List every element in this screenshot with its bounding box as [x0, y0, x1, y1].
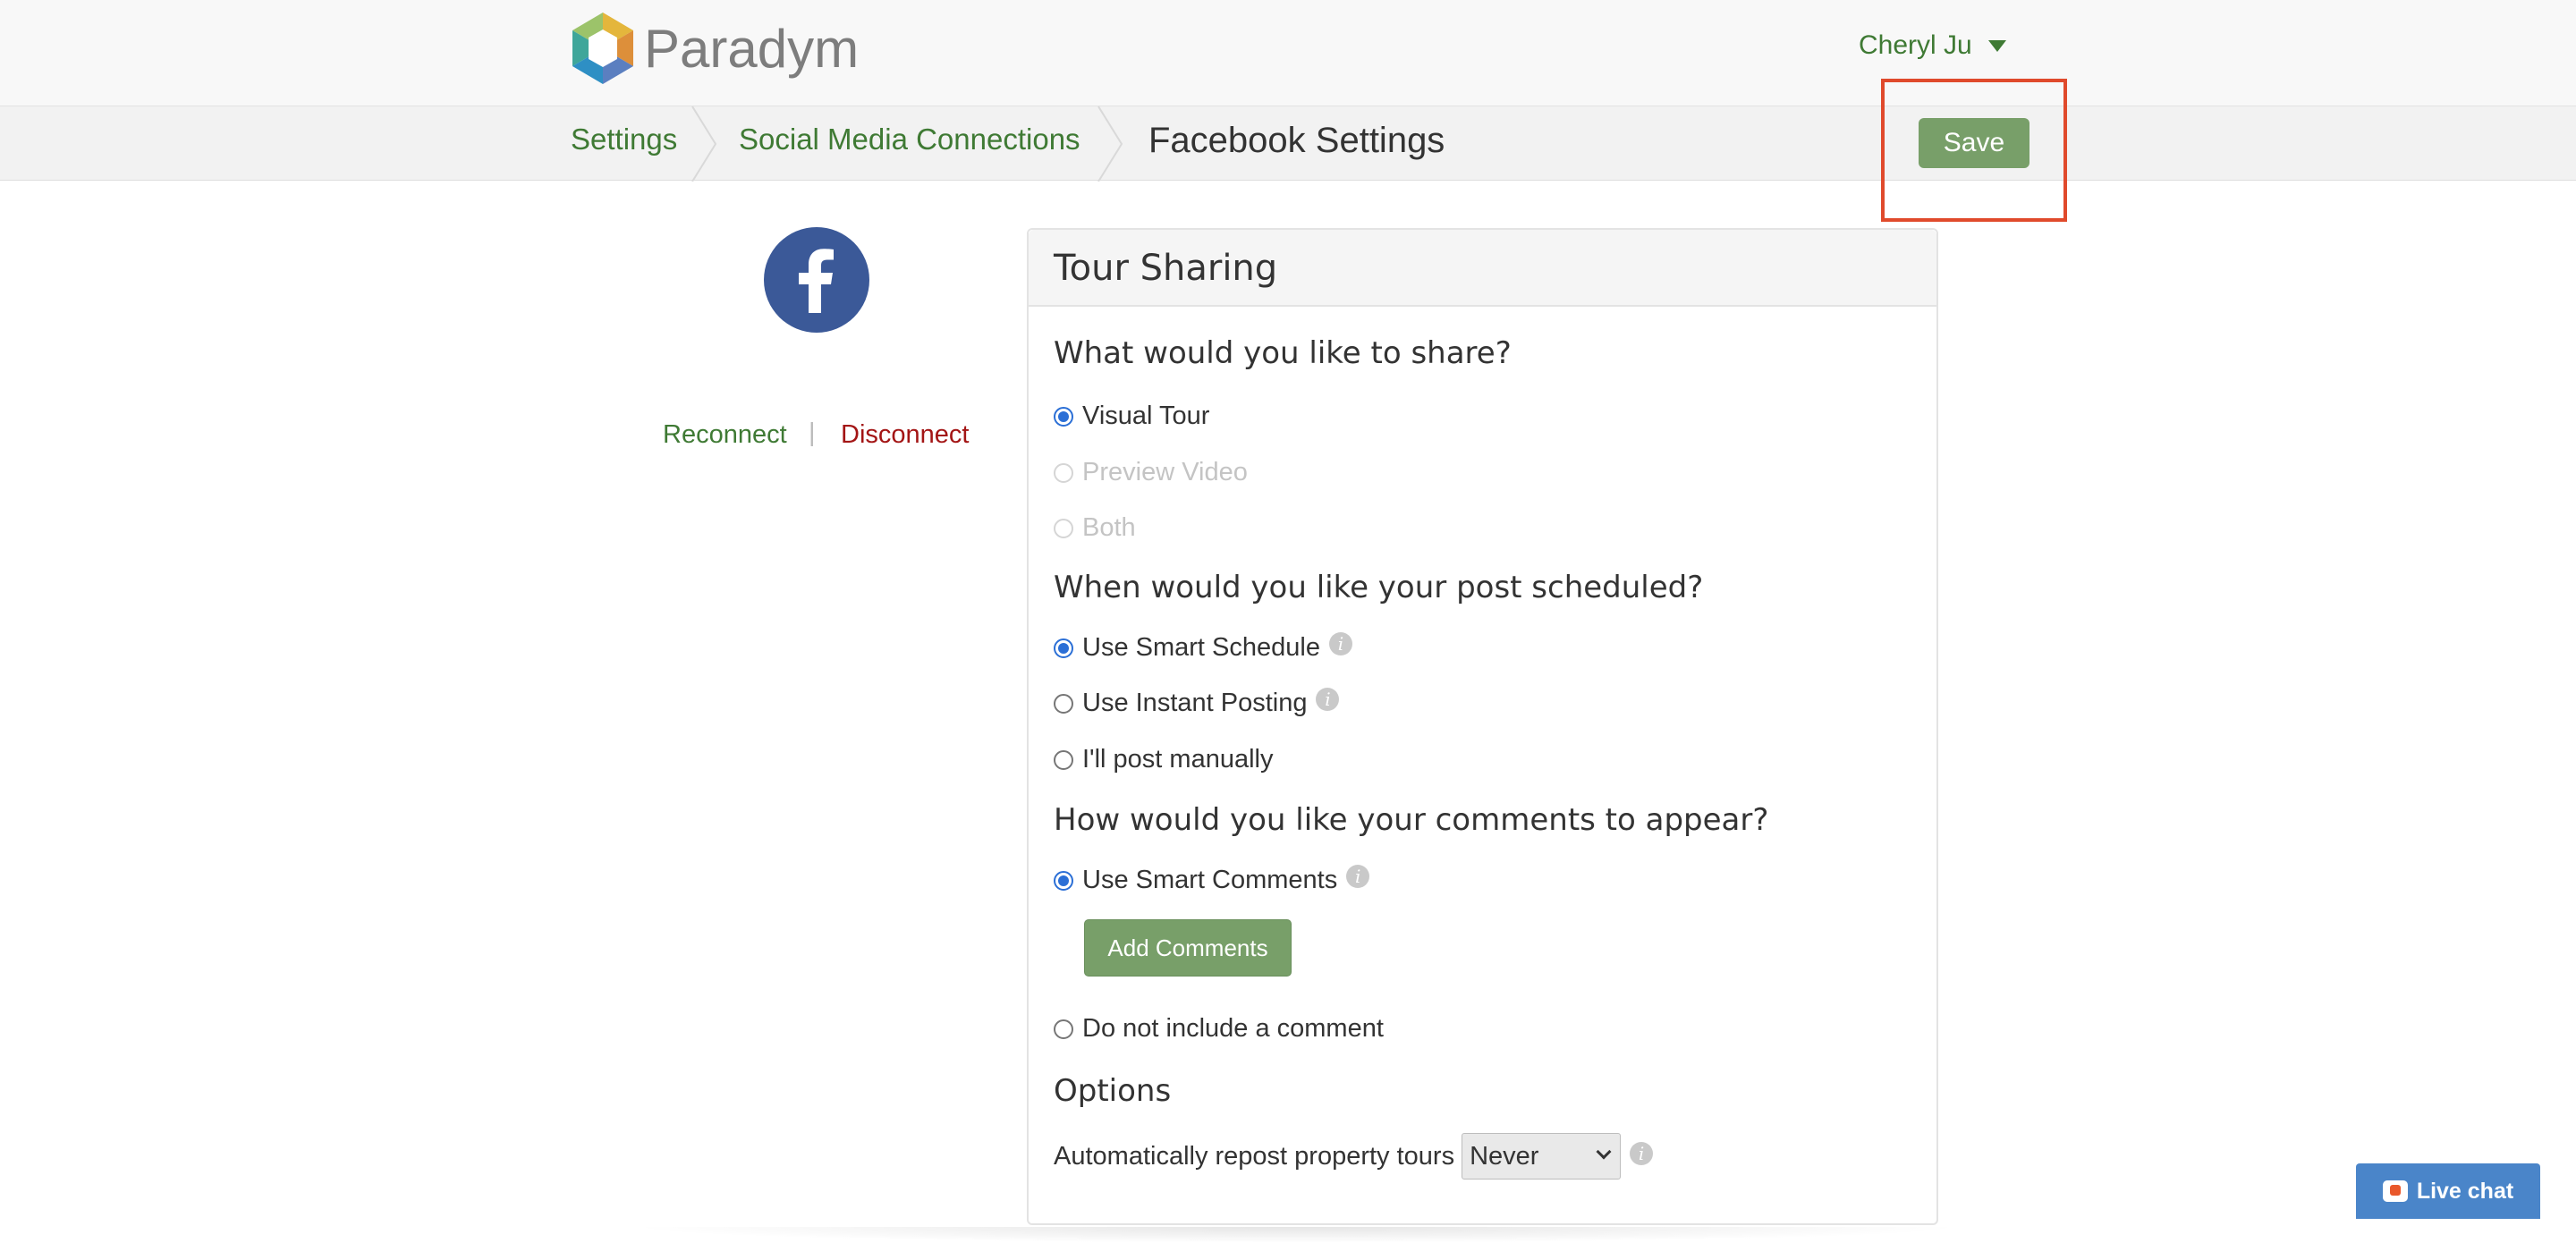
page: Paradym Cheryl Ju Settings Social Media …	[0, 0, 2576, 1243]
facebook-icon	[764, 227, 869, 333]
info-icon[interactable]: i	[1630, 1142, 1654, 1165]
share-option-both: Both	[1054, 513, 1136, 543]
option-label: Do not include a comment	[1082, 1014, 1384, 1043]
radio-preview-video	[1054, 462, 1073, 483]
link-separator: |	[809, 419, 816, 447]
user-menu[interactable]: Cheryl Ju	[1859, 30, 2006, 61]
info-icon[interactable]: i	[1328, 631, 1352, 655]
radio-no-comment[interactable]	[1054, 1019, 1073, 1039]
panel-header: Tour Sharing	[1029, 230, 1936, 307]
live-chat-button[interactable]: Live chat	[2356, 1163, 2540, 1219]
schedule-option-smart[interactable]: Use Smart Schedule i	[1054, 631, 1352, 663]
schedule-option-manual[interactable]: I'll post manually	[1054, 745, 1273, 774]
reconnect-link[interactable]: Reconnect	[663, 420, 787, 450]
disconnect-link[interactable]: Disconnect	[841, 420, 969, 450]
radio-visual-tour[interactable]	[1054, 406, 1073, 427]
radio-instant-posting[interactable]	[1054, 693, 1073, 714]
breadcrumb-chevron-icon	[691, 106, 717, 182]
repost-select[interactable]: Never	[1462, 1133, 1622, 1180]
info-icon[interactable]: i	[1346, 864, 1370, 888]
page-title: Facebook Settings	[1148, 121, 1445, 160]
share-question: What would you like to share?	[1054, 335, 1512, 371]
comments-question: How would you like your comments to appe…	[1054, 802, 1769, 838]
info-icon[interactable]: i	[1316, 687, 1340, 711]
paradym-logo[interactable]: Paradym	[571, 11, 859, 86]
chat-bubble-icon	[2382, 1180, 2408, 1202]
breadcrumb: Settings Social Media Connections Facebo…	[0, 106, 2576, 182]
breadcrumb-chevron-icon	[1097, 106, 1123, 182]
radio-post-manually[interactable]	[1054, 749, 1073, 770]
option-label: Visual Tour	[1082, 402, 1210, 430]
tour-sharing-panel: Tour Sharing What would you like to shar…	[1027, 228, 1938, 1225]
share-option-preview-video: Preview Video	[1054, 458, 1248, 487]
breadcrumb-social-media-connections[interactable]: Social Media Connections	[739, 123, 1080, 156]
option-label: Use Instant Posting	[1082, 689, 1308, 717]
repost-selected-value: Never	[1470, 1142, 1539, 1171]
chevron-down-icon	[1596, 1144, 1612, 1160]
repost-label: Automatically repost property tours	[1054, 1141, 1455, 1171]
schedule-option-instant[interactable]: Use Instant Posting i	[1054, 687, 1340, 718]
caret-down-icon	[1987, 39, 2006, 52]
comment-option-smart[interactable]: Use Smart Comments i	[1054, 864, 1370, 895]
radio-smart-comments[interactable]	[1054, 870, 1073, 891]
logo-wordmark: Paradym	[644, 18, 860, 79]
share-option-visual-tour[interactable]: Visual Tour	[1054, 402, 1209, 431]
radio-smart-schedule[interactable]	[1054, 638, 1073, 658]
breadcrumb-settings[interactable]: Settings	[571, 123, 677, 156]
live-chat-label: Live chat	[2416, 1178, 2514, 1204]
add-comments-button[interactable]: Add Comments	[1084, 919, 1292, 977]
paradym-logo-icon	[572, 13, 633, 84]
repost-row: Automatically repost property tours Neve…	[1054, 1133, 1654, 1180]
schedule-question: When would you like your post scheduled?	[1054, 570, 1704, 605]
option-label: Both	[1082, 513, 1136, 542]
panel-title: Tour Sharing	[1054, 248, 1278, 289]
option-label: Use Smart Schedule	[1082, 633, 1320, 662]
option-label: Preview Video	[1082, 458, 1248, 486]
radio-both	[1054, 518, 1073, 538]
top-header: Paradym Cheryl Ju	[0, 0, 2576, 106]
option-label: Use Smart Comments	[1082, 866, 1338, 894]
bottom-shadow	[626, 1227, 1968, 1243]
user-name: Cheryl Ju	[1859, 30, 1972, 60]
option-label: I'll post manually	[1082, 745, 1274, 774]
comment-option-none[interactable]: Do not include a comment	[1054, 1014, 1384, 1044]
options-heading: Options	[1054, 1073, 1172, 1109]
highlight-annotation	[1881, 79, 2067, 222]
